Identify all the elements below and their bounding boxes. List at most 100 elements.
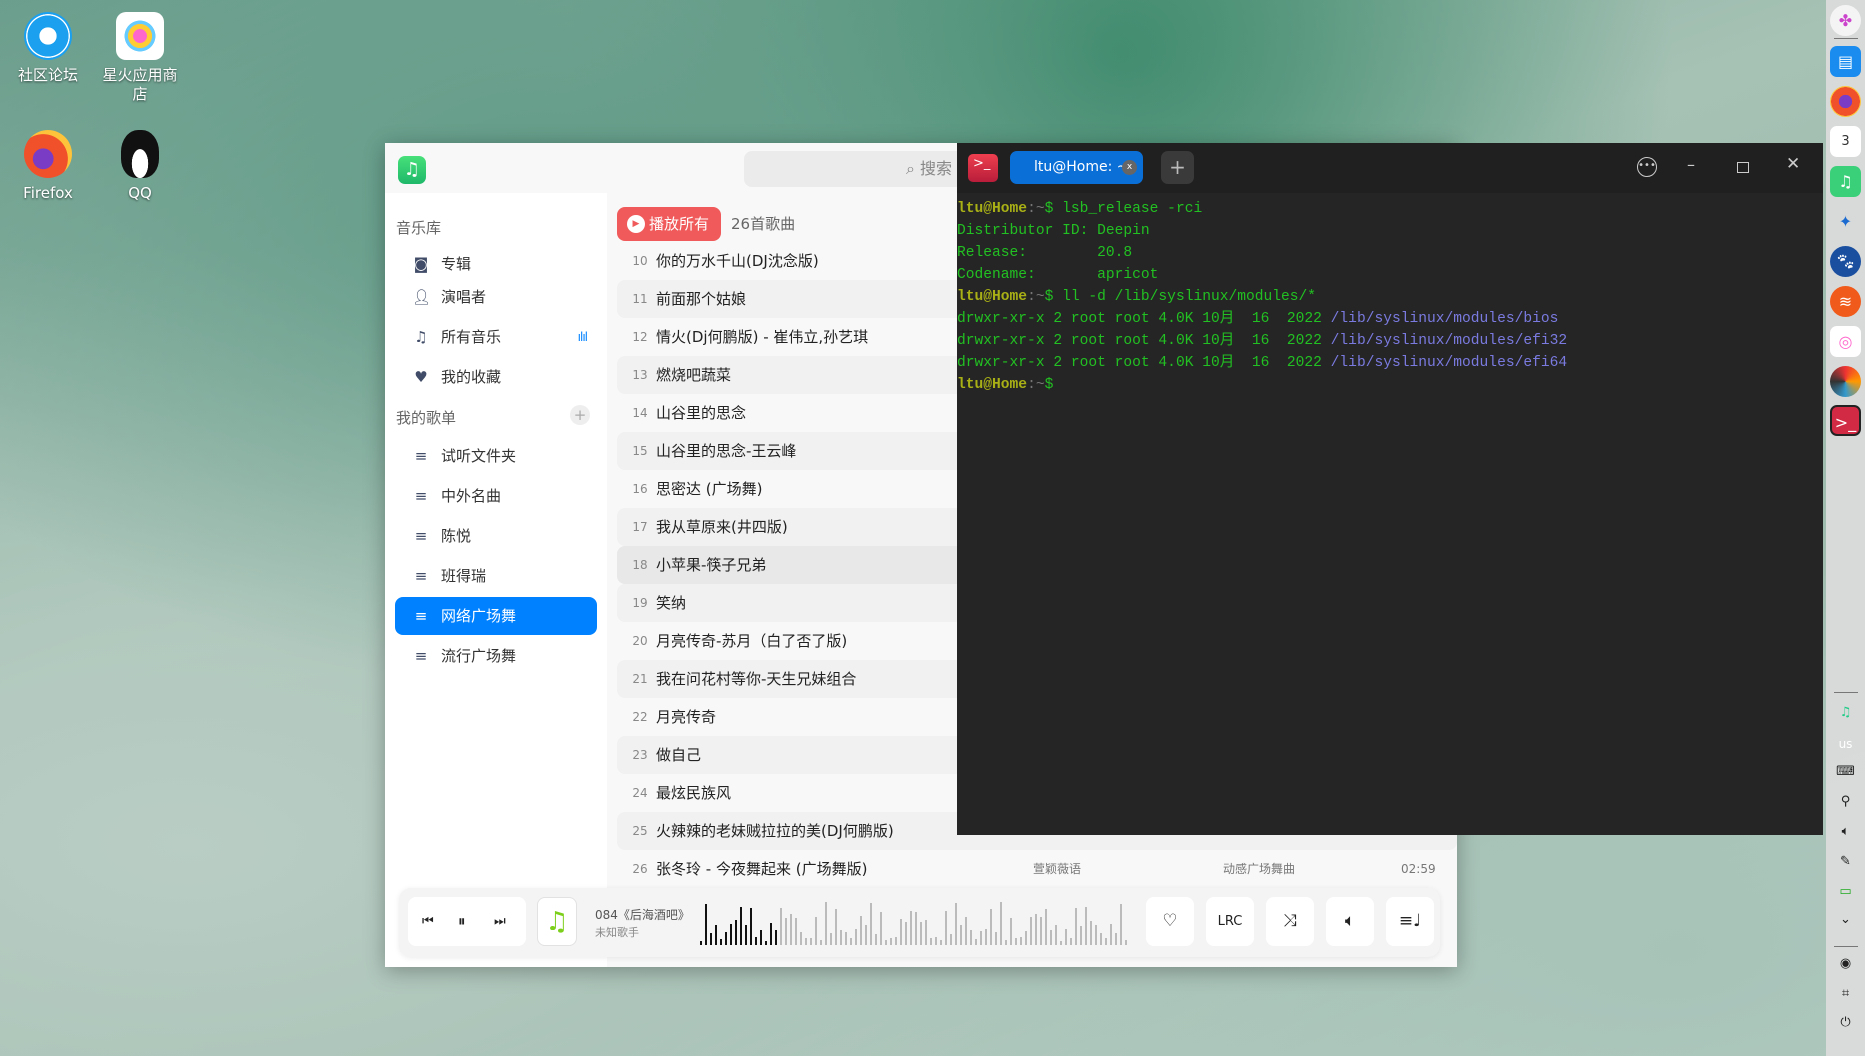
- song-title: 做自己: [656, 746, 702, 764]
- playlist-queue-button[interactable]: ≡♩: [1386, 897, 1434, 946]
- track-number: 11: [632, 292, 648, 306]
- music-dock-icon[interactable]: ♫: [1830, 166, 1861, 197]
- previous-button[interactable]: ⏮: [422, 897, 434, 946]
- desktop-icon-label: 星火应用商店: [102, 66, 178, 103]
- song-artist: 萱颖薇语: [1033, 862, 1082, 876]
- track-number: 26: [632, 862, 648, 876]
- waveform-bar: [970, 930, 972, 945]
- file-manager-icon[interactable]: ▤: [1830, 46, 1861, 77]
- keyboard-icon[interactable]: ⌨: [1826, 764, 1865, 779]
- qq-penguin-icon: [121, 130, 159, 178]
- volume-tray-icon[interactable]: 🔈︎: [1826, 824, 1865, 839]
- search-input[interactable]: ⌕ 搜索: [744, 151, 964, 187]
- playlist-item[interactable]: ≡ 班得瑞: [395, 557, 597, 595]
- screen-recorder-icon[interactable]: [1830, 366, 1861, 397]
- terminal-line: drwxr-xr-x 2 root root 4.0K 10月 16 2022 …: [957, 308, 1567, 330]
- playlist-item[interactable]: ≡ 陈悦: [395, 517, 597, 555]
- playlist-item[interactable]: ≡ 试听文件夹: [395, 437, 597, 475]
- playlist-icon: ≡: [414, 607, 428, 625]
- play-all-button[interactable]: ▶ 播放所有: [617, 207, 721, 241]
- terminal-output[interactable]: ltu@Home:~$ lsb_release -rci Distributor …: [957, 198, 1567, 396]
- waveform-bar: [745, 925, 747, 945]
- desktop-icon-qq[interactable]: QQ: [94, 130, 186, 203]
- song-title: 山谷里的思念-王云峰: [656, 442, 797, 460]
- lyrics-button[interactable]: LRC: [1206, 897, 1254, 946]
- sidebar-item-artists[interactable]: 👤︎ 演唱者: [395, 278, 597, 316]
- waveform-bar: [1060, 940, 1062, 945]
- search-icon: ⌕: [905, 159, 920, 178]
- waveform-bar: [760, 930, 762, 945]
- new-tab-button[interactable]: +: [1161, 151, 1194, 184]
- desktop-icon-community-forum[interactable]: 社区论坛: [2, 12, 94, 85]
- spark-store-dock-icon[interactable]: ◎: [1830, 326, 1861, 357]
- keyboard-layout-indicator[interactable]: us: [1826, 737, 1865, 751]
- waveform-bar: [925, 920, 927, 945]
- playback-controls: ⏮ ⏸ ⏭: [408, 897, 526, 946]
- album-art[interactable]: ♫: [537, 897, 577, 946]
- waveform-bar: [950, 934, 952, 945]
- song-count: 26首歌曲: [731, 215, 796, 233]
- waveform-bar: [1095, 924, 1097, 945]
- song-title: 思密达 (广场舞): [656, 480, 763, 498]
- volume-button[interactable]: 🔈︎: [1326, 897, 1374, 946]
- menu-button[interactable]: •••: [1637, 157, 1657, 177]
- playlist-item[interactable]: ≡ 中外名曲: [395, 477, 597, 515]
- waveform-bar: [935, 936, 937, 945]
- waveform-bar: [1015, 938, 1017, 945]
- paw-app-icon[interactable]: 🐾︎: [1830, 246, 1861, 277]
- shuffle-button[interactable]: ⤨: [1266, 897, 1314, 946]
- playlist-item-selected[interactable]: ≡ 网络广场舞: [395, 597, 597, 635]
- usb-icon[interactable]: ⚲: [1826, 794, 1865, 809]
- song-title: 你的万水千山(DJ沈念版): [656, 252, 819, 270]
- waveform-bar: [1075, 907, 1077, 945]
- waveform-bar: [1105, 938, 1107, 945]
- system-monitor-icon[interactable]: ◉: [1826, 956, 1865, 971]
- calendar-icon[interactable]: 3: [1830, 126, 1861, 157]
- waveform-bar: [885, 939, 887, 945]
- queue-icon: ≡♩: [1398, 911, 1422, 931]
- desktop-icon-spark-store[interactable]: 星火应用商店: [94, 12, 186, 104]
- sidebar-item-favorites[interactable]: ♥ 我的收藏: [395, 358, 597, 396]
- terminal-text: /lib/syslinux/modules/bios: [1330, 311, 1559, 327]
- minimize-button[interactable]: –: [1687, 155, 1695, 174]
- app-store-icon[interactable]: ✦: [1830, 206, 1861, 237]
- desktop-icon-firefox[interactable]: Firefox: [2, 130, 94, 203]
- add-playlist-button[interactable]: +: [570, 405, 590, 425]
- pen-icon[interactable]: ✎: [1826, 854, 1865, 869]
- terminal-text: $ lsb_release -rci: [1044, 201, 1203, 217]
- track-number: 17: [632, 520, 648, 534]
- power-icon[interactable]: ⏻: [1826, 1015, 1865, 1030]
- playlist-label: 陈悦: [441, 527, 472, 545]
- firefox-dock-icon[interactable]: [1830, 86, 1861, 117]
- track-number: 18: [632, 558, 648, 572]
- waveform-bar: [1100, 933, 1102, 945]
- waveform-bar: [710, 933, 712, 945]
- playlist-item[interactable]: ≡ 流行广场舞: [395, 637, 597, 675]
- screenshot-icon[interactable]: ⌗: [1826, 986, 1865, 1001]
- song-row[interactable]: 26 张冬玲 - 今夜舞起来 (广场舞版) 萱颖薇语 动感广场舞曲 02:59: [617, 850, 1457, 888]
- tab-close-button[interactable]: x: [1122, 160, 1137, 175]
- next-button[interactable]: ⏭: [494, 897, 506, 946]
- close-button[interactable]: ✕: [1786, 154, 1800, 174]
- terminal-text: Release: 20.8: [957, 245, 1133, 261]
- terminal-line: Codename: apricot: [957, 264, 1567, 286]
- sidebar-item-all-music[interactable]: ♫ 所有音乐 ılıl: [395, 318, 597, 356]
- favorite-button[interactable]: ♡: [1146, 897, 1194, 946]
- song-title: 情火(Dj何鹏版) - 崔伟立,孙艺琪: [656, 328, 869, 346]
- waveform-bar: [730, 924, 732, 945]
- launcher-icon[interactable]: ✤: [1830, 5, 1861, 36]
- battery-icon[interactable]: ▭: [1826, 884, 1865, 899]
- waveform-bar: [1125, 940, 1127, 945]
- feather-app-icon[interactable]: ≋: [1830, 286, 1861, 317]
- artist-icon: 👤︎: [412, 288, 432, 306]
- track-number: 22: [632, 710, 648, 724]
- pause-button[interactable]: ⏸: [458, 897, 466, 946]
- waveform-progress-slider[interactable]: [700, 900, 1134, 945]
- music-note-icon: ♫: [414, 328, 428, 346]
- terminal-dock-icon[interactable]: >_: [1830, 405, 1861, 436]
- maximize-button[interactable]: [1737, 162, 1749, 173]
- chevron-down-icon[interactable]: ⌄: [1826, 912, 1865, 927]
- music-tray-icon[interactable]: ♫: [1826, 705, 1865, 720]
- sidebar: 音乐库 ◙ 专辑 👤︎ 演唱者 ♫ 所有音乐 ılıl ♥ 我的收藏 我的歌单 + ≡ 试听…: [385, 193, 607, 967]
- terminal-tab[interactable]: ltu@Home: ~ x: [1010, 151, 1143, 184]
